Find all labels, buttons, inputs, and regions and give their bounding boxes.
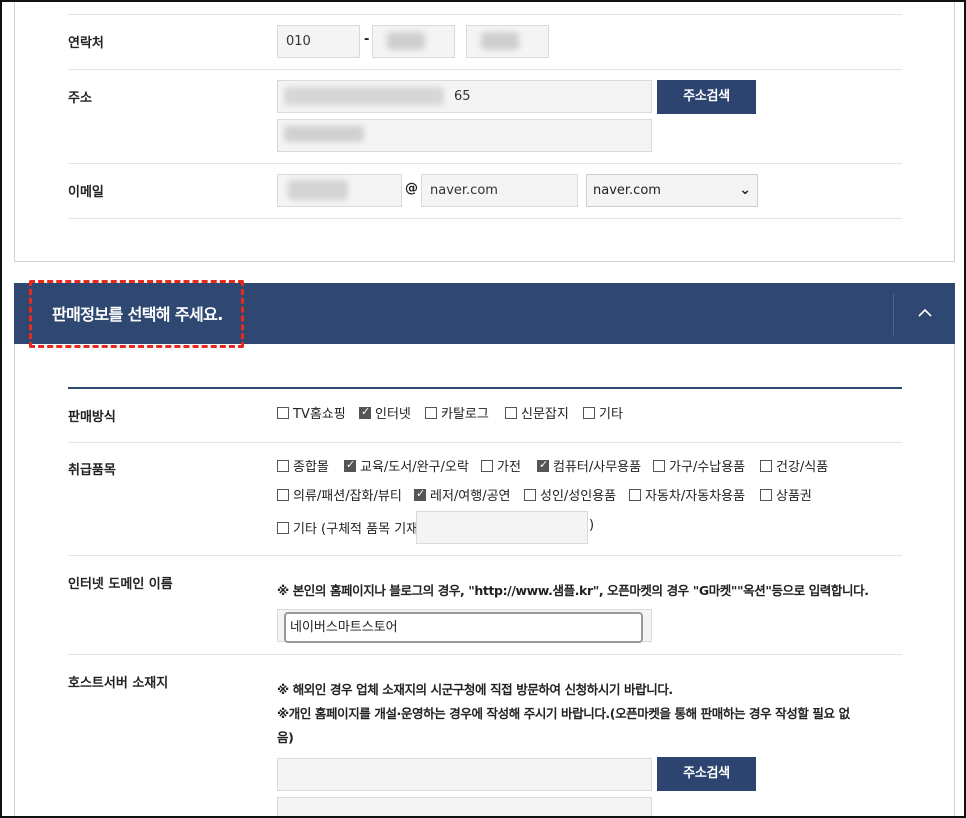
phone-middle-field[interactable] (372, 25, 455, 58)
section-border-right (954, 344, 955, 818)
banner-divider (893, 294, 894, 335)
checkbox[interactable] (277, 406, 289, 419)
host-note-2: ※개인 홈페이지를 개설·운영하는 경우에 작성해 주시기 바랍니다.(오픈마켓… (277, 706, 850, 721)
section-top-rule (68, 387, 902, 389)
contact-label: 연락처 (68, 36, 104, 51)
address-search-button[interactable]: 주소검색 (657, 80, 756, 114)
email-at-sign: @ (405, 181, 418, 196)
checkbox[interactable] (425, 406, 437, 419)
email-domain-field[interactable]: naver.com (421, 174, 578, 207)
checkbox[interactable] (760, 488, 772, 501)
host-label: 호스트서버 소재지 (68, 676, 169, 691)
host-address-field[interactable] (277, 758, 652, 791)
sales-method-option-tvshopping[interactable]: TV홈쇼핑 (277, 403, 346, 422)
host-note-2-cont: 음) (277, 730, 294, 745)
checkbox[interactable] (629, 488, 641, 501)
checkbox[interactable] (277, 488, 289, 501)
sales-method-option-catalog[interactable]: 카탈로그 (425, 403, 489, 422)
checkbox[interactable] (760, 459, 772, 472)
address-line2-field[interactable] (277, 119, 652, 152)
sales-method-option-internet[interactable]: 인터넷 (359, 403, 411, 422)
checkbox-checked[interactable] (537, 458, 549, 472)
highlight-annotation-box (29, 280, 244, 348)
host-address-detail-field[interactable] (277, 797, 652, 818)
products-label: 취급품목 (68, 463, 116, 478)
phone-last-field[interactable] (466, 25, 549, 58)
product-option-mall[interactable]: 종합몰 (277, 456, 329, 475)
product-option-appliance[interactable]: 가전 (481, 456, 521, 475)
checkbox[interactable] (505, 406, 517, 419)
product-option-computer[interactable]: 컴퓨터/사무용품 (537, 456, 641, 475)
host-note-1: ※ 해외인 경우 업체 소재지의 시군구청에 직접 방문하여 신청하시기 바랍니… (277, 682, 673, 697)
divider (68, 14, 902, 15)
product-option-furniture[interactable]: 가구/수납용품 (653, 456, 745, 475)
email-label: 이메일 (68, 185, 104, 200)
product-option-fashion[interactable]: 의류/패션/잡화/뷰티 (277, 485, 402, 504)
chevron-down-icon: ⌄ (739, 182, 751, 198)
sales-method-option-newspaper[interactable]: 신문잡지 (505, 403, 569, 422)
product-option-adult[interactable]: 성인/성인용품 (524, 485, 616, 504)
address-line1-field[interactable]: 65 (277, 80, 652, 113)
product-other-close: ) (589, 518, 595, 533)
checkbox[interactable] (277, 459, 289, 472)
checkbox[interactable] (583, 406, 595, 419)
domain-note: ※ 본인의 홈페이지나 블로그의 경우, "http://www.샘플.kr",… (277, 583, 869, 598)
checkbox[interactable] (481, 459, 493, 472)
domain-label: 인터넷 도메인 이름 (68, 577, 173, 592)
address-label: 주소 (68, 91, 92, 106)
checkbox[interactable] (524, 488, 536, 501)
chevron-up-icon[interactable] (913, 301, 937, 325)
email-domain-select-value: naver.com (593, 183, 661, 198)
address-line1-suffix: 65 (454, 89, 471, 104)
product-option-education[interactable]: 교육/도서/완구/오락 (344, 456, 469, 475)
product-option-auto[interactable]: 자동차/자동차용품 (629, 485, 745, 504)
host-address-search-button[interactable]: 주소검색 (657, 757, 756, 791)
sales-method-label: 판매방식 (68, 410, 116, 425)
phone-dash: - (364, 32, 370, 47)
phone-prefix-field[interactable]: 010 (277, 25, 360, 58)
divider (68, 555, 902, 556)
product-option-leisure[interactable]: 레저/여행/공연 (414, 485, 511, 504)
domain-input[interactable]: 네이버스마트스토어 (284, 612, 643, 643)
product-option-other[interactable]: 기타 (구체적 품목 기재: (277, 518, 423, 537)
divider (68, 163, 902, 164)
divider (68, 442, 902, 443)
email-id-field[interactable] (277, 174, 402, 207)
sales-method-option-other[interactable]: 기타 (583, 403, 623, 422)
checkbox-checked[interactable] (344, 458, 356, 472)
checkbox-checked[interactable] (414, 487, 426, 501)
divider (68, 218, 902, 219)
checkbox[interactable] (277, 521, 289, 534)
product-option-health[interactable]: 건강/식품 (760, 456, 828, 475)
section-border-left (14, 344, 15, 818)
email-domain-select[interactable]: naver.com ⌄ (586, 174, 758, 207)
divider (68, 69, 902, 70)
checkbox-checked[interactable] (359, 405, 371, 419)
divider (68, 654, 902, 655)
product-option-giftcard[interactable]: 상품권 (760, 485, 812, 504)
checkbox[interactable] (653, 459, 665, 472)
product-other-input[interactable] (416, 511, 588, 544)
